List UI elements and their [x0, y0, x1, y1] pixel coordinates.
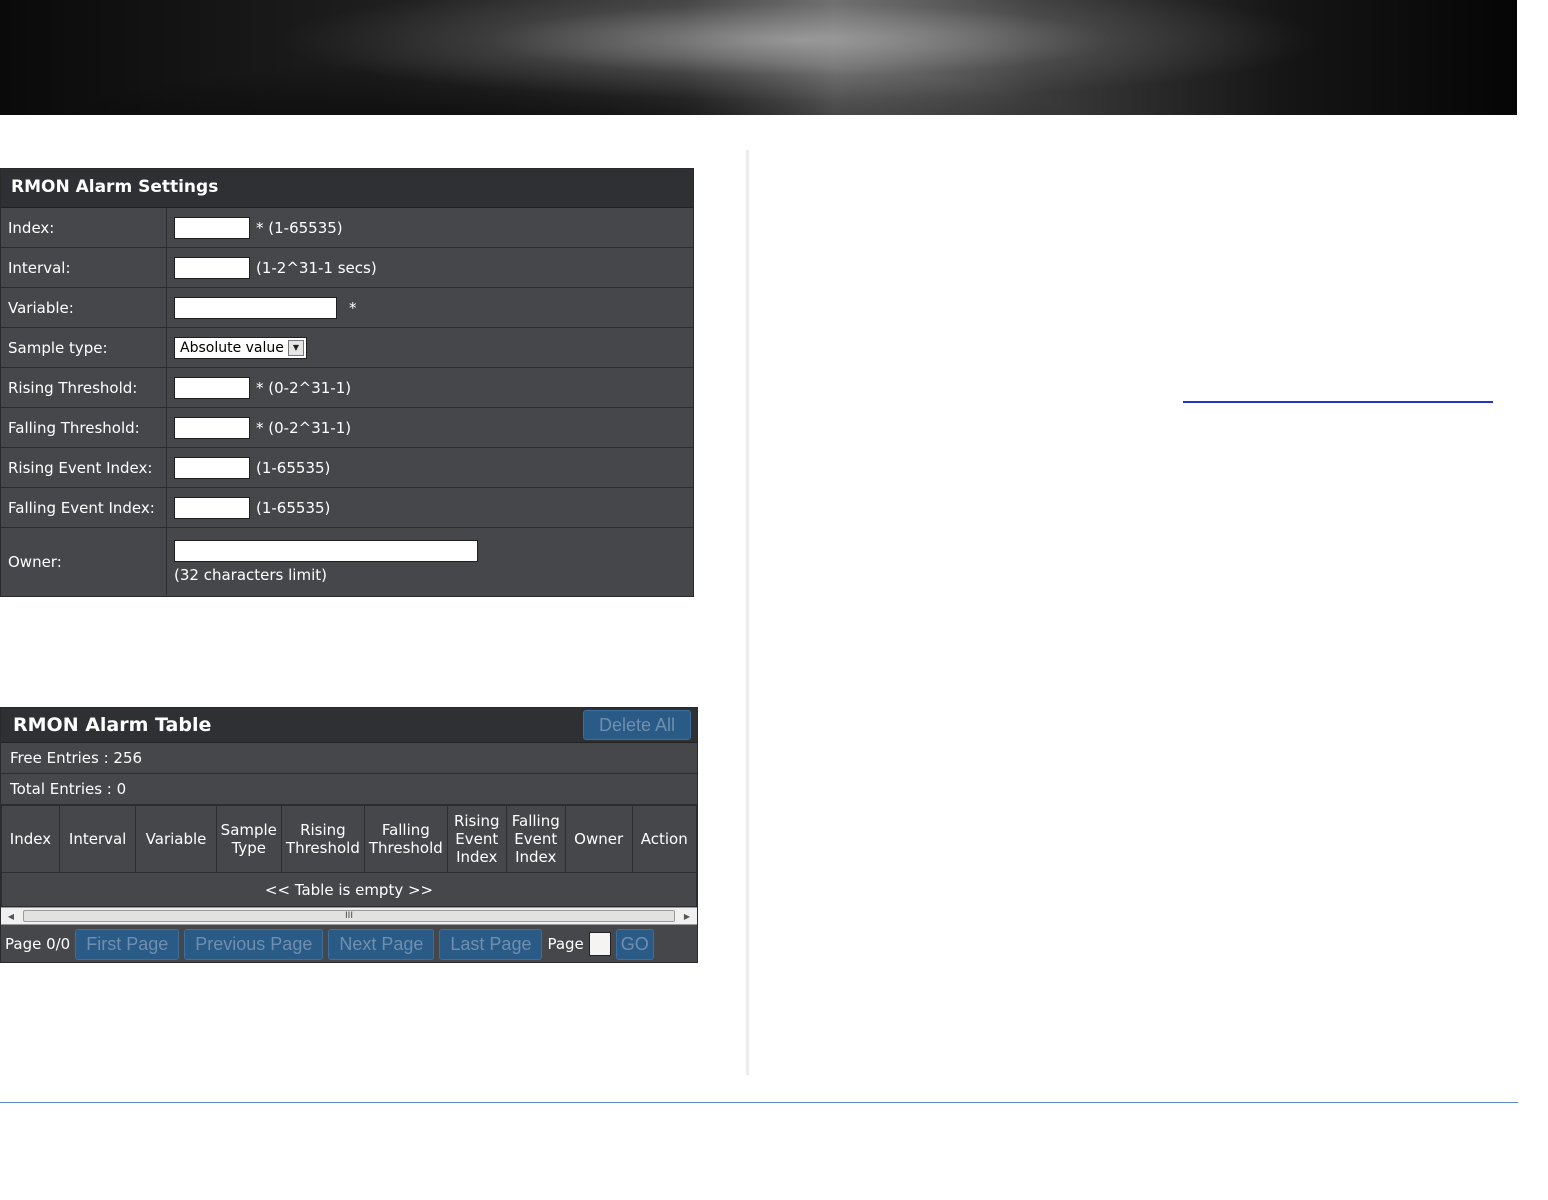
rmon-alarm-settings-panel: RMON Alarm Settings Index: * (1-65535) I… — [0, 168, 694, 597]
free-entries: Free Entries : 256 — [1, 743, 697, 774]
falling-event-index-row: Falling Event Index: (1-65535) — [1, 488, 693, 528]
page-label: Page — [547, 935, 584, 953]
rising-event-index-label: Rising Event Index: — [1, 448, 167, 487]
alarm-table: Index Interval Variable Sample Type Risi… — [1, 805, 698, 907]
col-variable: Variable — [135, 805, 217, 873]
sample-type-row: Sample type: Absolute value ▼ — [1, 328, 693, 368]
rising-threshold-note: * (0-2^31-1) — [256, 378, 352, 397]
col-index: Index — [1, 805, 60, 873]
rising-event-index-row: Rising Event Index: (1-65535) — [1, 448, 693, 488]
rising-threshold-row: Rising Threshold: * (0-2^31-1) — [1, 368, 693, 408]
scroll-right-icon[interactable]: ▶ — [679, 908, 695, 924]
variable-input[interactable] — [174, 296, 337, 319]
interval-row: Interval: (1-2^31-1 secs) — [1, 248, 693, 288]
table-title: RMON Alarm Table — [13, 714, 212, 736]
owner-row: Owner: (32 characters limit) — [1, 528, 693, 595]
interval-note: (1-2^31-1 secs) — [256, 258, 377, 277]
empty-message: << Table is empty >> — [1, 872, 697, 907]
interval-label: Interval: — [1, 248, 167, 287]
col-interval: Interval — [58, 805, 137, 873]
table-header-row: Index Interval Variable Sample Type Risi… — [1, 805, 698, 873]
falling-event-index-input[interactable] — [174, 496, 250, 519]
total-entries: Total Entries : 0 — [1, 774, 697, 805]
falling-threshold-note: * (0-2^31-1) — [256, 418, 352, 437]
col-falling-event-index: Falling Event Index — [505, 805, 566, 873]
index-label: Index: — [1, 208, 167, 247]
scroll-left-icon[interactable]: ◀ — [3, 908, 19, 924]
page-number-input[interactable] — [588, 932, 611, 956]
rmon-alarm-table-panel: RMON Alarm Table Delete All Free Entries… — [0, 707, 698, 963]
table-header: RMON Alarm Table Delete All — [1, 708, 697, 743]
falling-threshold-label: Falling Threshold: — [1, 408, 167, 447]
sample-type-select[interactable]: Absolute value ▼ — [174, 336, 307, 359]
settings-title: RMON Alarm Settings — [1, 169, 693, 208]
falling-threshold-row: Falling Threshold: * (0-2^31-1) — [1, 408, 693, 448]
rising-threshold-label: Rising Threshold: — [1, 368, 167, 407]
variable-note: * — [349, 298, 357, 317]
pager: Page 0/0 First Page Previous Page Next P… — [1, 925, 697, 963]
hyperlink-underline[interactable] — [1183, 401, 1493, 403]
col-rising-threshold: Rising Threshold — [280, 805, 365, 873]
previous-page-button[interactable]: Previous Page — [184, 928, 324, 960]
rising-threshold-input[interactable] — [174, 376, 250, 399]
col-sample-type: Sample Type — [215, 805, 282, 873]
rising-event-index-input[interactable] — [174, 456, 250, 479]
first-page-button[interactable]: First Page — [75, 928, 180, 960]
falling-event-index-note: (1-65535) — [256, 498, 331, 517]
falling-threshold-input[interactable] — [174, 416, 250, 439]
scroll-grip: III — [345, 911, 353, 921]
sample-type-label: Sample type: — [1, 328, 167, 367]
variable-row: Variable: * — [1, 288, 693, 328]
col-owner: Owner — [564, 805, 633, 873]
index-note: * (1-65535) — [256, 218, 343, 237]
owner-note: (32 characters limit) — [174, 565, 327, 584]
owner-label: Owner: — [1, 528, 167, 595]
interval-input[interactable] — [174, 256, 250, 279]
horizontal-scrollbar[interactable]: ◀ III ▶ — [1, 907, 697, 925]
column-divider — [745, 150, 750, 1075]
go-button[interactable]: GO — [615, 928, 654, 960]
header-banner — [0, 0, 1517, 115]
index-row: Index: * (1-65535) — [1, 208, 693, 248]
col-falling-threshold: Falling Threshold — [363, 805, 448, 873]
delete-all-button[interactable]: Delete All — [583, 710, 691, 740]
falling-event-index-label: Falling Event Index: — [1, 488, 167, 527]
scroll-thumb[interactable]: III — [23, 910, 675, 922]
last-page-button[interactable]: Last Page — [439, 928, 543, 960]
dropdown-arrow-icon[interactable]: ▼ — [287, 339, 304, 356]
owner-input[interactable] — [174, 539, 478, 562]
index-input[interactable] — [174, 216, 250, 239]
table-row: << Table is empty >> — [1, 872, 697, 907]
col-action: Action — [631, 805, 698, 873]
variable-label: Variable: — [1, 288, 167, 327]
footer-rule — [0, 1102, 1518, 1103]
page-status: Page 0/0 — [5, 935, 71, 953]
rising-event-index-note: (1-65535) — [256, 458, 331, 477]
sample-type-value: Absolute value — [180, 339, 284, 356]
next-page-button[interactable]: Next Page — [328, 928, 435, 960]
col-rising-event-index: Rising Event Index — [446, 805, 507, 873]
